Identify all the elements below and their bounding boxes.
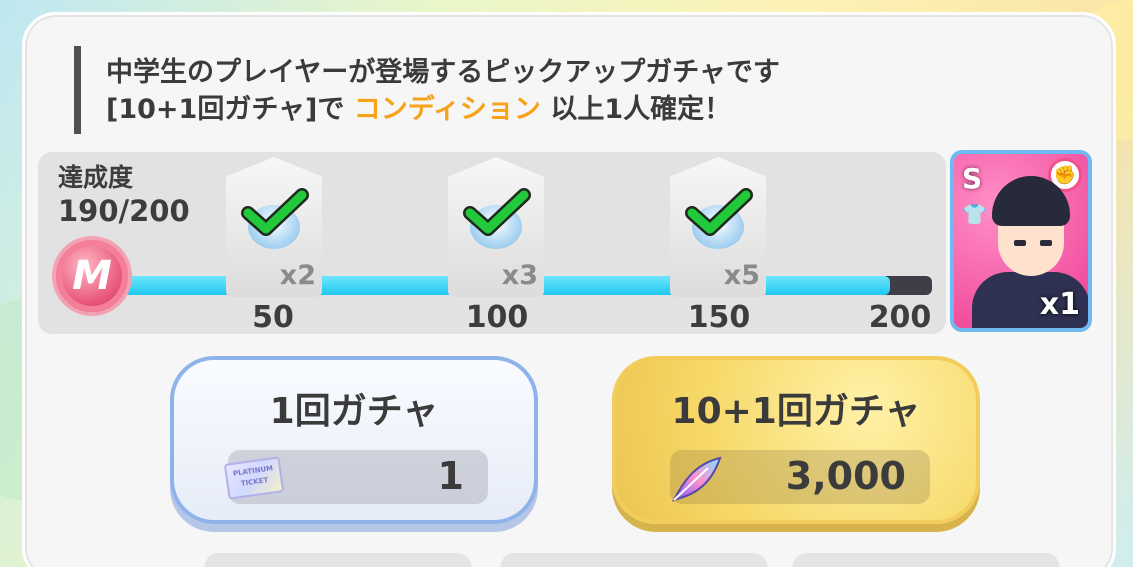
platinum-ticket-icon: PLATINUM TICKET — [223, 456, 285, 500]
player-eye — [1014, 240, 1026, 246]
milestone-reward-150[interactable]: x5 — [670, 157, 766, 297]
milestone-multiplier: x3 — [501, 260, 538, 291]
achievement-label: 達成度 — [58, 163, 134, 192]
check-icon — [463, 188, 531, 236]
check-icon — [685, 188, 753, 236]
feather-icon — [672, 456, 722, 502]
card-count: x1 — [1039, 287, 1080, 322]
bottom-tab[interactable] — [204, 553, 472, 567]
card-rank: S — [962, 162, 983, 195]
description-line-2: [10+1回ガチャ]で コンディション 以上1人確定！ — [106, 94, 732, 125]
single-gacha-label: 1回ガチャ — [269, 391, 439, 432]
progress-tick-label: 50 — [252, 300, 294, 335]
uniform-icon: 👕 — [962, 202, 987, 226]
condition-highlight: コンディション — [353, 94, 541, 125]
description-line-1: 中学生のプレイヤーが登場するピックアップガチャです — [106, 57, 780, 88]
multi-gacha-button[interactable]: 10+1回ガチャ 3,000 — [612, 356, 980, 524]
check-icon — [241, 188, 309, 236]
single-gacha-cost: 1 — [437, 454, 464, 498]
milestone-reward-50[interactable]: x2 — [226, 157, 322, 297]
bottom-tab[interactable] — [792, 553, 1060, 567]
multi-gacha-label: 10+1回ガチャ — [671, 391, 921, 432]
description-accent-bar — [74, 46, 81, 134]
single-gacha-button[interactable]: 1回ガチャ 1 PLATINUM TICKET — [170, 356, 538, 524]
milestone-multiplier: x5 — [723, 260, 760, 291]
final-reward-player-card[interactable]: S ✊ 👕 x1 — [950, 150, 1092, 332]
multi-gacha-cost: 3,000 — [785, 454, 906, 498]
achievement-value: 190/200 — [58, 194, 190, 228]
bottom-tab[interactable] — [500, 553, 768, 567]
milestone-multiplier: x2 — [279, 260, 316, 291]
gacha-description: 中学生のプレイヤーが登場するピックアップガチャです [10+1回ガチャ]で コン… — [106, 54, 780, 128]
player-eye — [1040, 240, 1052, 246]
progress-tick-label: 100 — [465, 300, 529, 335]
progress-tick-label: 200 — [868, 300, 932, 335]
progress-tick-label: 150 — [687, 300, 751, 335]
milestone-reward-100[interactable]: x3 — [448, 157, 544, 297]
medal-coin-icon: M — [52, 236, 132, 316]
